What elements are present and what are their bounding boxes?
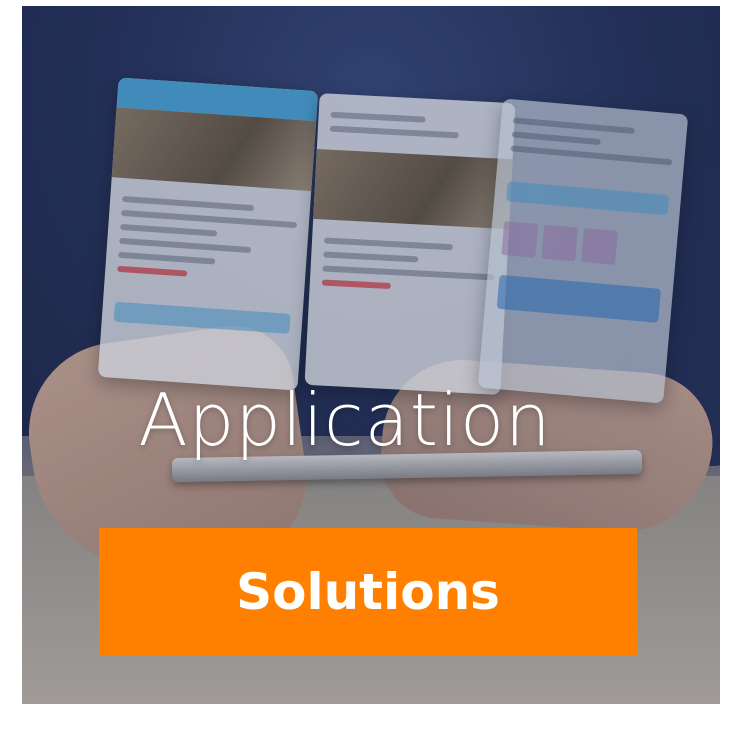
solutions-button-label: Solutions	[236, 563, 500, 621]
solutions-button[interactable]: Solutions	[99, 528, 637, 656]
hero-headline: Application	[138, 378, 552, 462]
